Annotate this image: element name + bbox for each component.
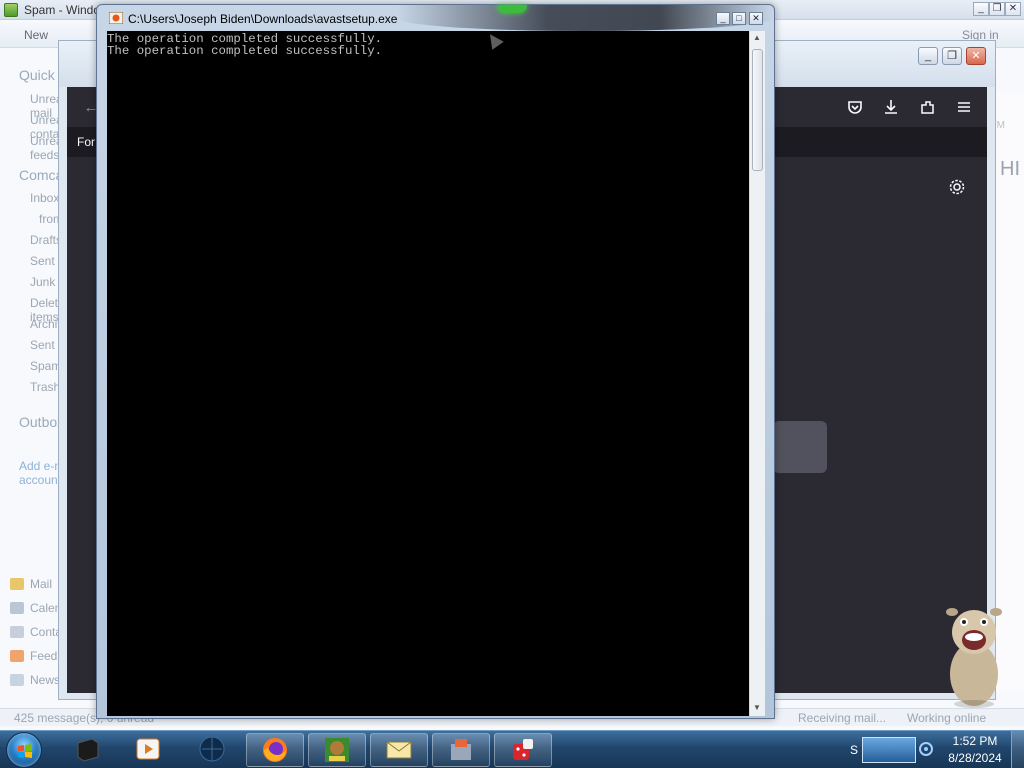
mail-app-icon (4, 3, 18, 17)
terminal-app-icon[interactable] (74, 735, 102, 763)
nav-mail[interactable]: Mail (10, 577, 52, 591)
folder-sent[interactable]: Sent (30, 338, 55, 352)
system-tray: S 1:52 PM 8/28/2024 (850, 731, 1024, 768)
maximize-icon[interactable]: ❐ (942, 47, 962, 65)
receiving-status: Receiving mail... (798, 711, 887, 725)
console-title: C:\Users\Joseph Biden\Downloads\avastset… (128, 12, 398, 26)
calendar-icon (10, 602, 24, 614)
close-icon[interactable]: ✕ (749, 12, 763, 25)
nav-label: Mail (30, 577, 53, 591)
feeds-icon (10, 650, 24, 662)
bonzi-box-icon (325, 738, 349, 762)
folder-spam[interactable]: Spam (30, 359, 61, 373)
clock-date[interactable]: 8/28/2024 (944, 751, 1006, 765)
media-player-icon[interactable] (134, 735, 162, 763)
menu-icon[interactable] (954, 98, 974, 118)
scroll-up-icon[interactable]: ▲ (753, 33, 761, 42)
taskbar-firefox-button[interactable] (246, 733, 304, 767)
taskbar-installer-button[interactable] (432, 733, 490, 767)
folder-trash[interactable]: Trash (30, 380, 60, 394)
taskbar-game-button[interactable] (494, 733, 552, 767)
console-titlebar[interactable]: C:\Users\Joseph Biden\Downloads\avastset… (97, 5, 774, 31)
firefox-icon (263, 738, 287, 762)
network-icon[interactable] (918, 741, 934, 757)
pocket-icon[interactable] (845, 98, 865, 118)
console-scrollbar[interactable]: ▲ ▼ (749, 31, 765, 716)
console-output: The operation completed successfully. The… (107, 33, 382, 57)
minimize-icon[interactable]: _ (918, 47, 938, 65)
extensions-icon[interactable] (918, 98, 938, 118)
browser-globe-icon[interactable] (198, 735, 226, 763)
folder-inbox[interactable]: Inbox (30, 191, 59, 205)
taskbar-mail-button[interactable] (370, 733, 428, 767)
tray-label: S (850, 743, 859, 757)
titlebar-glow (497, 5, 527, 13)
installer-icon (451, 739, 471, 760)
taskbar-bonzi-button[interactable] (308, 733, 366, 767)
contacts-icon (10, 626, 24, 638)
gear-icon[interactable] (947, 178, 967, 198)
mail-envelope-icon (386, 741, 412, 759)
minimize-icon[interactable]: _ (716, 12, 730, 25)
restore-icon[interactable]: ❐ (989, 2, 1005, 16)
console-output-area[interactable]: The operation completed successfully. The… (107, 31, 749, 716)
new-button[interactable]: New (24, 28, 48, 42)
minimize-icon[interactable]: _ (973, 2, 989, 16)
scrollbar-thumb[interactable] (752, 49, 763, 171)
start-button[interactable] (6, 732, 42, 768)
console-line: The operation completed successfully. (107, 44, 383, 58)
content-card[interactable] (773, 421, 827, 473)
bookmark-item[interactable]: For (77, 135, 95, 149)
web-heading-fragment: HI (1000, 158, 1020, 180)
clock-time[interactable]: 1:52 PM (944, 734, 1006, 748)
nav-feeds[interactable]: Feeds (10, 649, 63, 663)
bonzi-mascot-icon[interactable] (942, 604, 1006, 708)
tray-monitor-icon[interactable] (862, 737, 916, 763)
newsgroups-icon (10, 674, 24, 686)
online-status: Working online (907, 711, 987, 725)
scroll-down-icon[interactable]: ▼ (753, 703, 761, 712)
download-icon[interactable] (881, 98, 901, 118)
taskbar: S 1:52 PM 8/28/2024 (0, 730, 1024, 768)
dice-game-icon (513, 739, 533, 760)
mail-icon (10, 578, 24, 590)
show-desktop-button[interactable] (1011, 731, 1024, 768)
console-window: C:\Users\Joseph Biden\Downloads\avastset… (96, 4, 775, 719)
maximize-icon[interactable]: □ (732, 12, 746, 25)
windows-logo-icon (18, 744, 32, 758)
close-icon[interactable]: ✕ (1005, 2, 1021, 16)
console-app-icon (109, 12, 123, 24)
close-icon[interactable]: ✕ (966, 47, 986, 65)
